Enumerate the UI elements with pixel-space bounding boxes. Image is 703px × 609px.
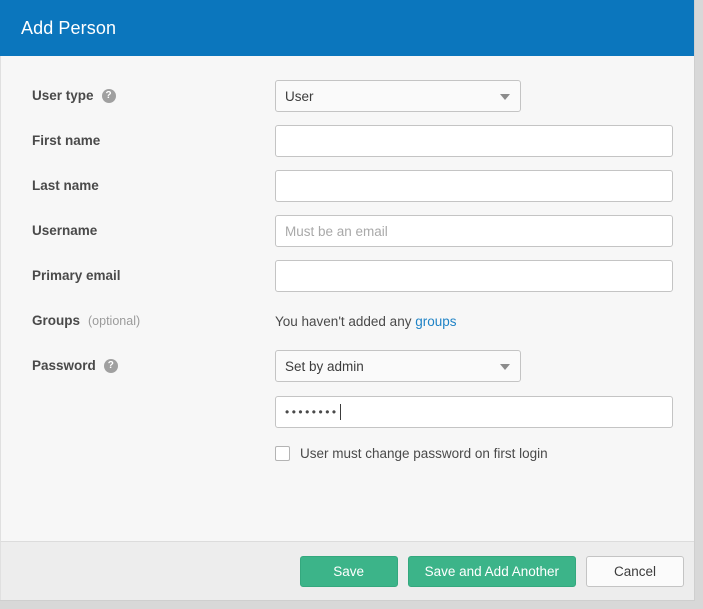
primary-email-control [275, 260, 673, 292]
password-masked-value: •••••••• [285, 405, 339, 419]
dialog-header: Add Person [0, 0, 694, 56]
force-password-change-label[interactable]: User must change password on first login [300, 446, 548, 461]
password-mode-selected-value: Set by admin [285, 358, 364, 374]
user-type-label: User type [32, 88, 94, 103]
first-name-label: First name [32, 133, 101, 148]
chevron-down-icon [500, 94, 510, 100]
password-label-group: Password ? [32, 350, 275, 373]
last-name-input[interactable] [275, 170, 673, 202]
groups-control: You haven't added any groups [275, 305, 670, 331]
password-mode-select[interactable]: Set by admin [275, 350, 521, 382]
force-password-change-checkbox[interactable] [275, 446, 290, 461]
form-row-password: Password ? Set by admin •••••••• User mu… [32, 350, 673, 461]
form-row-user-type: User type ? User [32, 80, 670, 125]
password-control: Set by admin •••••••• User must change p… [275, 350, 673, 461]
cancel-button[interactable]: Cancel [586, 555, 684, 587]
help-icon[interactable]: ? [101, 88, 116, 103]
groups-label: Groups [32, 313, 81, 328]
groups-optional-note: (optional) [88, 313, 141, 328]
form-row-primary-email: Primary email [32, 260, 673, 305]
username-control [275, 215, 673, 247]
username-input[interactable] [275, 215, 673, 247]
primary-email-label: Primary email [32, 268, 121, 283]
page-title: Add Person [21, 17, 117, 38]
last-name-control [275, 170, 673, 202]
form-row-username: Username [32, 215, 673, 260]
user-type-label-group: User type ? [32, 80, 275, 103]
help-icon[interactable]: ? [103, 358, 118, 373]
form-row-first-name: First name [32, 125, 673, 170]
dialog-footer: Save Save and Add Another Cancel [0, 541, 694, 600]
force-password-change-row: User must change password on first login [275, 446, 673, 461]
form-row-last-name: Last name [32, 170, 673, 215]
save-and-add-another-button[interactable]: Save and Add Another [407, 555, 576, 587]
dialog-body: User type ? User First name Last name Us… [0, 56, 694, 541]
save-button[interactable]: Save [299, 555, 398, 587]
last-name-label: Last name [32, 178, 99, 193]
user-type-control: User [275, 80, 670, 112]
primary-email-input[interactable] [275, 260, 673, 292]
groups-label-group: Groups (optional) [32, 305, 275, 328]
user-type-select[interactable]: User [275, 80, 521, 112]
password-label: Password [32, 358, 96, 373]
text-caret [339, 404, 341, 420]
first-name-control [275, 125, 673, 157]
groups-link[interactable]: groups [415, 314, 456, 329]
chevron-down-icon [500, 364, 510, 370]
groups-empty-text: You haven't added any [275, 314, 412, 329]
username-label: Username [32, 223, 98, 238]
first-name-input[interactable] [275, 125, 673, 157]
groups-empty-message: You haven't added any groups [275, 305, 670, 331]
user-type-selected-value: User [285, 88, 314, 104]
password-input[interactable]: •••••••• [275, 396, 673, 428]
add-person-dialog: Add Person User type ? User First name L… [0, 0, 695, 601]
form-row-groups: Groups (optional) You haven't added any … [32, 305, 670, 350]
